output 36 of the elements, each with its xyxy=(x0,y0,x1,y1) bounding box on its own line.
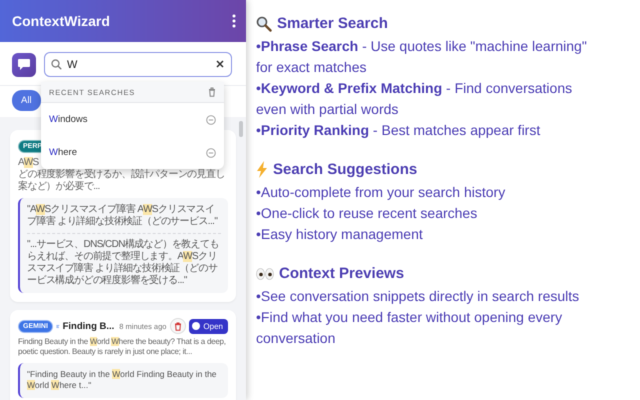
app-title: ContextWizard xyxy=(12,13,110,29)
feature-bullet: •Phrase Search - Use quotes like "machine learning" for exact matches xyxy=(256,37,588,77)
recent-search-item[interactable]: Where xyxy=(49,147,77,158)
more-menu-icon[interactable] xyxy=(232,14,236,28)
trash-icon xyxy=(174,322,182,330)
filter-tab[interactable]: All xyxy=(12,90,41,111)
speech-bubble-icon xyxy=(17,58,31,71)
conversation-title[interactable]: Finding B... xyxy=(62,320,114,332)
section-heading: Context Previews xyxy=(279,265,404,282)
snippet-text: "Finding Beauty in the World Finding Beauty in the World Where t..." xyxy=(27,368,218,392)
feature-bullet: •Priority Ranking - Best matches appear first xyxy=(256,121,542,140)
clear-button[interactable] xyxy=(216,60,224,68)
section-heading: Smarter Search xyxy=(277,15,388,32)
search-icon xyxy=(51,59,62,70)
magnifier-icon xyxy=(256,16,272,32)
remove-icon[interactable] xyxy=(206,114,216,124)
remove-icon[interactable] xyxy=(206,148,216,158)
trash-icon[interactable] xyxy=(208,87,216,97)
conversation-summary: どの程度影響を受けるか、設計パターンの見直し案など）が必要で... xyxy=(18,169,226,193)
recent-search-item[interactable]: Windows xyxy=(49,114,88,125)
conversation-card[interactable] xyxy=(10,310,236,400)
feature-bullet: •Find what you need faster without opening every conversation xyxy=(256,308,564,348)
chat-button[interactable] xyxy=(12,52,36,76)
feature-bullet: •Keyword & Prefix Matching - Find conversations even with partial words xyxy=(256,79,574,119)
lightning-icon xyxy=(256,161,268,178)
search-field[interactable]: W xyxy=(44,52,232,77)
eyes-icon xyxy=(256,268,274,280)
feature-bullet: •See conversation snippets directly in search results xyxy=(256,287,580,306)
close-icon xyxy=(216,60,224,68)
feature-bullet: •One-click to reuse recent searches xyxy=(256,204,478,223)
scrollbar[interactable] xyxy=(239,121,243,137)
feature-bullet: •Easy history management xyxy=(256,225,424,244)
feature-bullet: •Auto-complete from your search history xyxy=(256,183,506,202)
section-heading: Search Suggestions xyxy=(273,161,418,178)
open-button[interactable]: Open xyxy=(189,318,228,334)
delete-button[interactable] xyxy=(170,318,186,334)
